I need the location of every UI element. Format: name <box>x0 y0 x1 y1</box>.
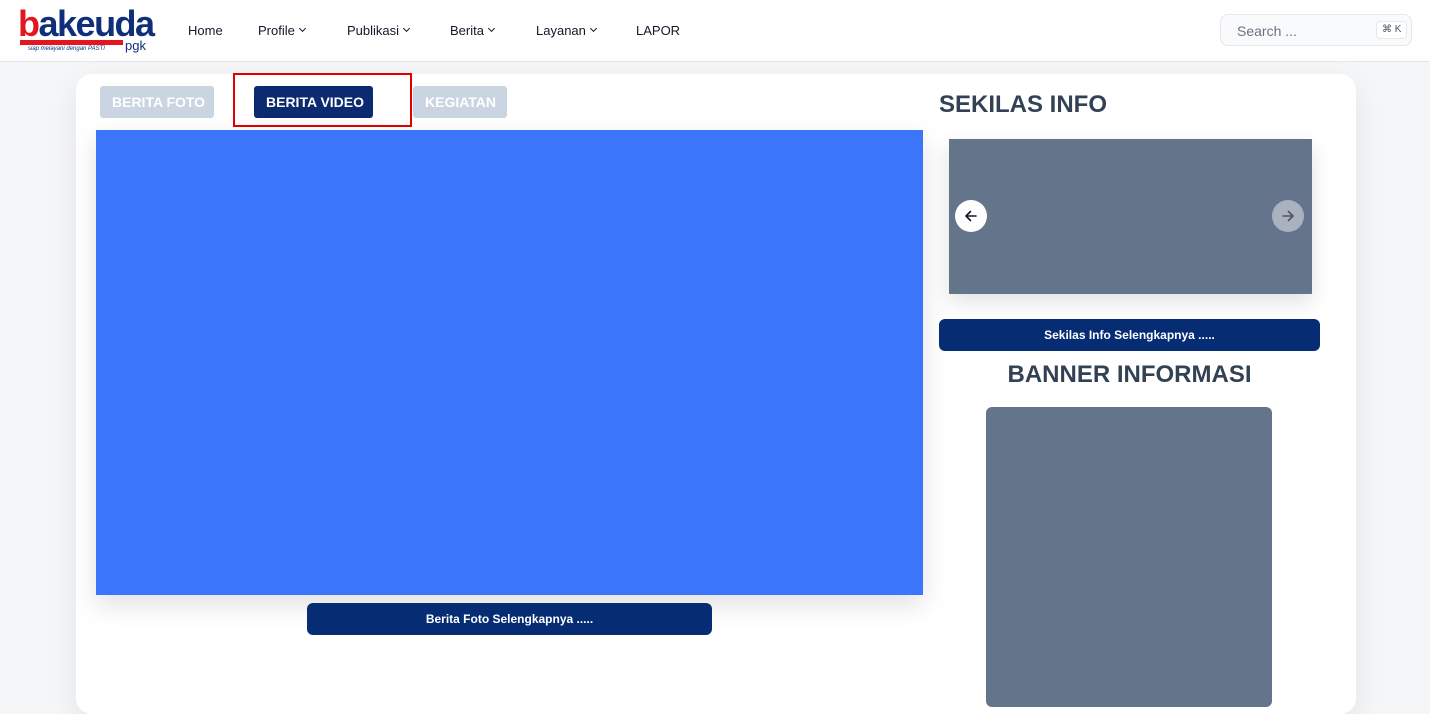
chevron-down-icon <box>298 24 306 33</box>
tab-kegiatan[interactable]: KEGIATAN <box>413 86 507 118</box>
banner-informasi-title: BANNER INFORMASI <box>1007 361 1252 388</box>
search-shortcut-badge: ⌘ K <box>1376 21 1408 39</box>
nav-item-home[interactable]: Home <box>188 23 258 38</box>
sekilas-info-title: SEKILAS INFO <box>939 91 1108 118</box>
slider-next-button[interactable] <box>1272 200 1304 232</box>
video-player[interactable] <box>96 130 923 595</box>
search-box[interactable]: ⌘ K <box>1220 14 1412 46</box>
nav-item-layanan[interactable]: Layanan <box>536 23 636 38</box>
tab-berita-foto[interactable]: BERITA FOTO <box>100 86 214 118</box>
chevron-down-icon <box>589 24 597 33</box>
chevron-down-icon <box>487 24 496 33</box>
site-header: bakeuda siap melayani dengan PASTI pgk H… <box>0 0 1430 62</box>
nav-item-berita[interactable]: Berita <box>450 23 536 38</box>
sekilas-info-more-button[interactable]: Sekilas Info Selengkapnya ..... <box>939 319 1320 351</box>
berita-foto-more-button[interactable]: Berita Foto Selengkapnya ..... <box>307 603 712 635</box>
logo-subtitle: pgk <box>125 38 146 53</box>
site-logo[interactable]: bakeuda siap melayani dengan PASTI pgk <box>18 4 155 54</box>
sekilas-info-slider[interactable] <box>949 139 1312 294</box>
logo-tagline: siap melayani dengan PASTI <box>28 46 105 52</box>
main-nav: Home Profile Publikasi Berita Layanan LA… <box>188 0 680 60</box>
arrow-left-icon <box>965 210 977 222</box>
logo-underline <box>20 40 123 45</box>
arrow-right-icon <box>1282 210 1294 222</box>
highlight-box <box>233 73 412 127</box>
nav-item-profile[interactable]: Profile <box>258 23 347 38</box>
chevron-down-icon <box>402 24 411 33</box>
banner-image[interactable] <box>986 407 1272 707</box>
slider-prev-button[interactable] <box>955 200 987 232</box>
nav-item-publikasi[interactable]: Publikasi <box>347 23 450 38</box>
search-input[interactable] <box>1237 21 1367 41</box>
nav-item-lapor[interactable]: LAPOR <box>636 23 680 38</box>
